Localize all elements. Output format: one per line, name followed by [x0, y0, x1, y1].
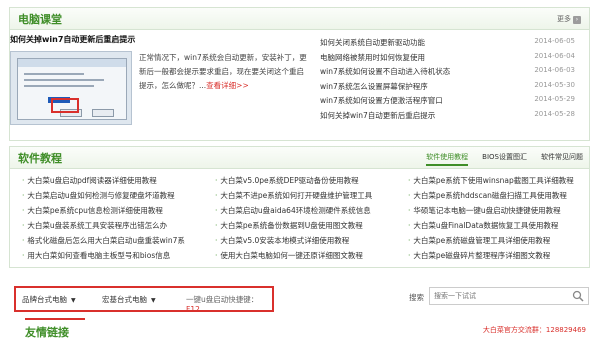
list-item[interactable]: win7系统如何设置方便激活程序窗口 2014-05-29: [320, 95, 575, 110]
view-detail-link[interactable]: 查看详细>>: [206, 81, 249, 90]
tab-faq[interactable]: 软件常见问题: [541, 152, 583, 166]
list-item[interactable]: 大白菜启动u盘aida64环境检测硬件系统信息: [215, 205, 396, 220]
list-item[interactable]: 大白菜v5.0安装本地模式详细使用教程: [215, 235, 396, 250]
list-item[interactable]: 大白菜pe系统hddscan磁盘扫描工具使用教程: [408, 190, 589, 205]
more-link[interactable]: 更多 ›: [557, 14, 581, 24]
list-item[interactable]: 大白菜pe磁盘碎片整理程序详细图文教程: [408, 250, 589, 265]
tutorials-tabs: 软件使用教程 BIOS设置图汇 软件常见问题: [426, 152, 583, 166]
list-item[interactable]: 大白菜u盘启动pdf阅读器详细使用教程: [22, 175, 203, 190]
search-input[interactable]: [430, 288, 560, 304]
tutorials-panel: 软件教程 软件使用教程 BIOS设置图汇 软件常见问题 大白菜u盘启动pdf阅读…: [9, 146, 590, 268]
qq-group[interactable]: 大白菜官方交流群：128829469: [483, 325, 586, 335]
list-item[interactable]: 华硕笔记本电脑一键u盘启动快捷键使用教程: [408, 205, 589, 220]
list-item[interactable]: win7系统如何设置不自动进入待机状态 2014-06-03: [320, 66, 575, 81]
divider: [25, 318, 85, 320]
more-arrow-icon: ›: [573, 16, 581, 24]
chevron-down-icon: ▼: [71, 297, 76, 304]
friends-title: 友情链接: [25, 326, 69, 339]
list-item[interactable]: 大白菜u盘FinalData数据恢复工具使用教程: [408, 220, 589, 235]
list-item[interactable]: 大白菜pe系统备份数据到U盘使用图文教程: [215, 220, 396, 235]
featured-title[interactable]: 如何关掉win7自动更新后重启提示: [10, 34, 135, 45]
featured-desc: 正常情况下，win7系统会自动更新，安装补丁，更新后一般都会提示要求重启，现在要…: [139, 53, 307, 90]
filter-bar: 品牌台式电脑 ▼ 宏基台式电脑 ▼ 一键u盘启动快捷键：F12 搜索: [9, 283, 590, 314]
friends-panel: 友情链接 大白菜官方交流群：128829469: [9, 318, 590, 352]
tab-software-usage[interactable]: 软件使用教程: [426, 152, 469, 166]
tutorials-header: 软件教程 软件使用教程 BIOS设置图汇 软件常见问题: [10, 147, 589, 169]
list-item[interactable]: 大白菜v5.0pe系统DEP驱动备份使用教程: [215, 175, 396, 190]
list-item[interactable]: 大白菜pe系统磁盘管理工具详细使用教程: [408, 235, 589, 250]
list-item[interactable]: 大白菜u盘装系统工具安装程序出错怎么办: [22, 220, 203, 235]
list-item[interactable]: 大白菜pe系统下使用winsnap截图工具详细教程: [408, 175, 589, 190]
hotkey-readout: 一键u盘启动快捷键：F12: [186, 295, 259, 314]
list-item[interactable]: 大白菜启动u盘如何检测与修复硬盘坏道教程: [22, 190, 203, 205]
featured-thumbnail[interactable]: [10, 51, 132, 125]
search-box: [429, 287, 589, 305]
tutorial-column-2: 大白菜v5.0pe系统DEP驱动备份使用教程 大白菜不进pe系统如何打开硬盘维护…: [203, 175, 396, 265]
list-item[interactable]: win7系统怎么设置屏幕保护程序 2014-05-30: [320, 81, 575, 96]
tab-bios-settings[interactable]: BIOS设置图汇: [482, 152, 527, 166]
search-icon[interactable]: [572, 290, 584, 302]
list-item[interactable]: 大白菜不进pe系统如何打开硬盘维护管理工具: [215, 190, 396, 205]
list-item[interactable]: 大白菜pe系统cpu信息检测详细使用教程: [22, 205, 203, 220]
list-item[interactable]: 格式化磁盘后怎么用大白菜启动u盘重装win7系: [22, 235, 203, 250]
news-header: 电脑课堂 更多 ›: [10, 8, 589, 30]
list-item[interactable]: 电脑网络被禁用时如何恢复使用 2014-06-04: [320, 52, 575, 67]
chevron-down-icon: ▼: [151, 297, 156, 304]
news-list: 如何关闭系统自动更新驱动功能 2014-06-05 电脑网络被禁用时如何恢复使用 2…: [320, 37, 575, 124]
tutorial-column-3: 大白菜pe系统下使用winsnap截图工具详细教程 大白菜pe系统hddscan…: [396, 175, 589, 265]
list-item[interactable]: 如何关掉win7自动更新后重启提示 2014-05-28: [320, 110, 575, 125]
model-select[interactable]: 宏基台式电脑 ▼: [102, 294, 156, 305]
list-item[interactable]: 用大白菜如何查看电脑主板型号和bios信息: [22, 250, 203, 265]
brand-select[interactable]: 品牌台式电脑 ▼: [22, 294, 76, 305]
list-item[interactable]: 如何关闭系统自动更新驱动功能 2014-06-05: [320, 37, 575, 52]
tutorial-column-1: 大白菜u盘启动pdf阅读器详细使用教程 大白菜启动u盘如何检测与修复硬盘坏道教程…: [10, 175, 203, 265]
search-label: 搜索: [409, 293, 424, 302]
hotkey-filter: 品牌台式电脑 ▼ 宏基台式电脑 ▼ 一键u盘启动快捷键：F12: [14, 286, 274, 314]
tutorials-title: 软件教程: [18, 152, 62, 165]
list-item[interactable]: 使用大白菜电脑如何一键还原详细图文教程: [215, 250, 396, 265]
news-title: 电脑课堂: [18, 13, 62, 26]
